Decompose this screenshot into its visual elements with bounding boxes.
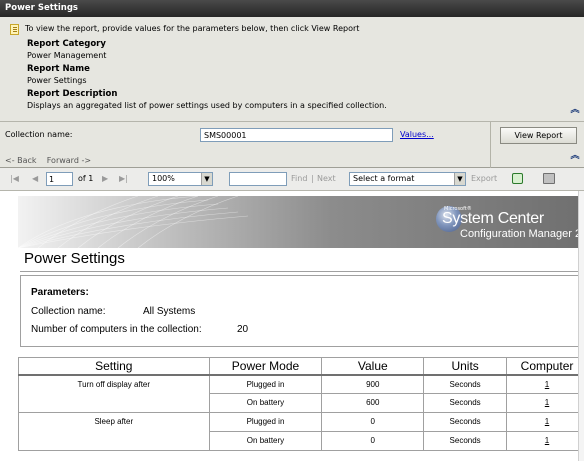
vertical-scrollbar[interactable] <box>578 191 584 461</box>
previous-page-icon[interactable]: ◀ <box>32 174 38 183</box>
units-cell: Seconds <box>423 374 508 394</box>
column-header[interactable]: Setting <box>18 357 210 376</box>
power-mode-cell: On battery <box>208 393 323 413</box>
note-icon <box>10 24 19 35</box>
power-mode-cell: On battery <box>208 431 323 451</box>
report-description-value: Displays an aggregated list of power set… <box>27 101 387 110</box>
chevron-down-icon: ▼ <box>454 173 465 185</box>
computer-count-link[interactable]: 1 <box>506 431 584 451</box>
print-icon[interactable] <box>543 173 555 184</box>
value-cell: 600 <box>321 393 425 413</box>
computer-count-value: 20 <box>237 324 249 335</box>
report-parameters-box: Parameters: Collection name: All Systems… <box>20 275 584 347</box>
page-number-input[interactable] <box>46 172 73 186</box>
report-name-value: Power Settings <box>27 76 87 85</box>
report-category-value: Power Management <box>27 51 107 60</box>
collection-param-label: Collection name: <box>31 306 106 317</box>
value-cell: 900 <box>321 374 425 394</box>
export-format-select[interactable]: Select a format ▼ <box>349 172 466 186</box>
computer-count-link[interactable]: 1 <box>506 412 584 432</box>
instruction-text: To view the report, provide values for t… <box>25 24 360 33</box>
find-input[interactable] <box>229 172 287 186</box>
units-cell: Seconds <box>423 412 508 432</box>
report-description-label: Report Description <box>27 89 118 99</box>
collection-name-input[interactable] <box>200 128 393 142</box>
report-viewer: Microsoft® System Center Configuration M… <box>0 191 584 461</box>
chevron-down-icon: ▼ <box>201 173 212 185</box>
computer-count-link[interactable]: 1 <box>506 393 584 413</box>
back-link[interactable]: <- Back <box>5 156 37 165</box>
brand-configuration-manager: Configuration Manager 2007 <box>460 228 584 240</box>
collection-param-value: All Systems <box>143 306 196 317</box>
page-count: of 1 <box>78 174 94 183</box>
value-cell: 0 <box>321 431 425 451</box>
window-title: Power Settings <box>0 0 584 17</box>
next-link[interactable]: Next <box>317 174 336 183</box>
last-page-icon[interactable]: ▶| <box>119 174 128 183</box>
divider <box>490 122 491 168</box>
report-info-panel: To view the report, provide values for t… <box>0 17 584 122</box>
column-header[interactable]: Value <box>321 357 425 376</box>
brand-system-center: System Center <box>442 210 544 227</box>
column-header[interactable]: Computer <box>506 357 584 376</box>
first-page-icon[interactable]: |◀ <box>10 174 19 183</box>
collapse-icon[interactable]: ︽ <box>570 106 580 118</box>
report-name-label: Report Name <box>27 64 90 74</box>
setting-cell: Turn off display after <box>18 374 210 413</box>
power-settings-table: Setting Power Mode Value Units Computer … <box>18 357 584 451</box>
toolbar-separator: | <box>311 174 314 183</box>
units-cell: Seconds <box>423 393 508 413</box>
column-header[interactable]: Power Mode <box>208 357 323 376</box>
report-toolbar: |◀ ◀ of 1 ▶ ▶| 100% ▼ Find | Next Select… <box>0 168 584 191</box>
power-mode-cell: Plugged in <box>208 374 323 394</box>
table-row: Turn off display after Plugged in 900 Se… <box>18 374 584 413</box>
collapse-icon[interactable]: ︽ <box>570 152 580 164</box>
export-format-value: Select a format <box>353 174 415 183</box>
refresh-icon[interactable] <box>512 173 523 184</box>
parameters-heading: Parameters: <box>31 287 89 298</box>
divider <box>20 271 584 272</box>
computer-count-link[interactable]: 1 <box>506 374 584 394</box>
banner-pattern <box>18 196 248 248</box>
computer-count-label: Number of computers in the collection: <box>31 324 202 335</box>
find-link[interactable]: Find <box>291 174 307 183</box>
parameter-bar: Collection name: Values... View Report <… <box>0 122 584 168</box>
table-header-row: Setting Power Mode Value Units Computer <box>18 357 584 376</box>
value-cell: 0 <box>321 412 425 432</box>
export-link[interactable]: Export <box>471 174 497 183</box>
next-page-icon[interactable]: ▶ <box>102 174 108 183</box>
view-report-button[interactable]: View Report <box>500 127 577 144</box>
setting-cell: Sleep after <box>18 412 210 451</box>
zoom-select[interactable]: 100% ▼ <box>148 172 213 186</box>
report-title: Power Settings <box>24 250 125 267</box>
navigation: <- Back Forward -> <box>5 156 91 165</box>
forward-link[interactable]: Forward -> <box>47 156 91 165</box>
table-row: Sleep after Plugged in 0 Seconds 1 <box>18 412 584 451</box>
collection-name-label: Collection name: <box>5 130 73 139</box>
values-link[interactable]: Values... <box>400 130 434 139</box>
report-banner: Microsoft® System Center Configuration M… <box>18 196 584 248</box>
zoom-value: 100% <box>152 174 175 183</box>
report-category-label: Report Category <box>27 39 106 49</box>
units-cell: Seconds <box>423 431 508 451</box>
power-mode-cell: Plugged in <box>208 412 323 432</box>
column-header[interactable]: Units <box>423 357 508 376</box>
